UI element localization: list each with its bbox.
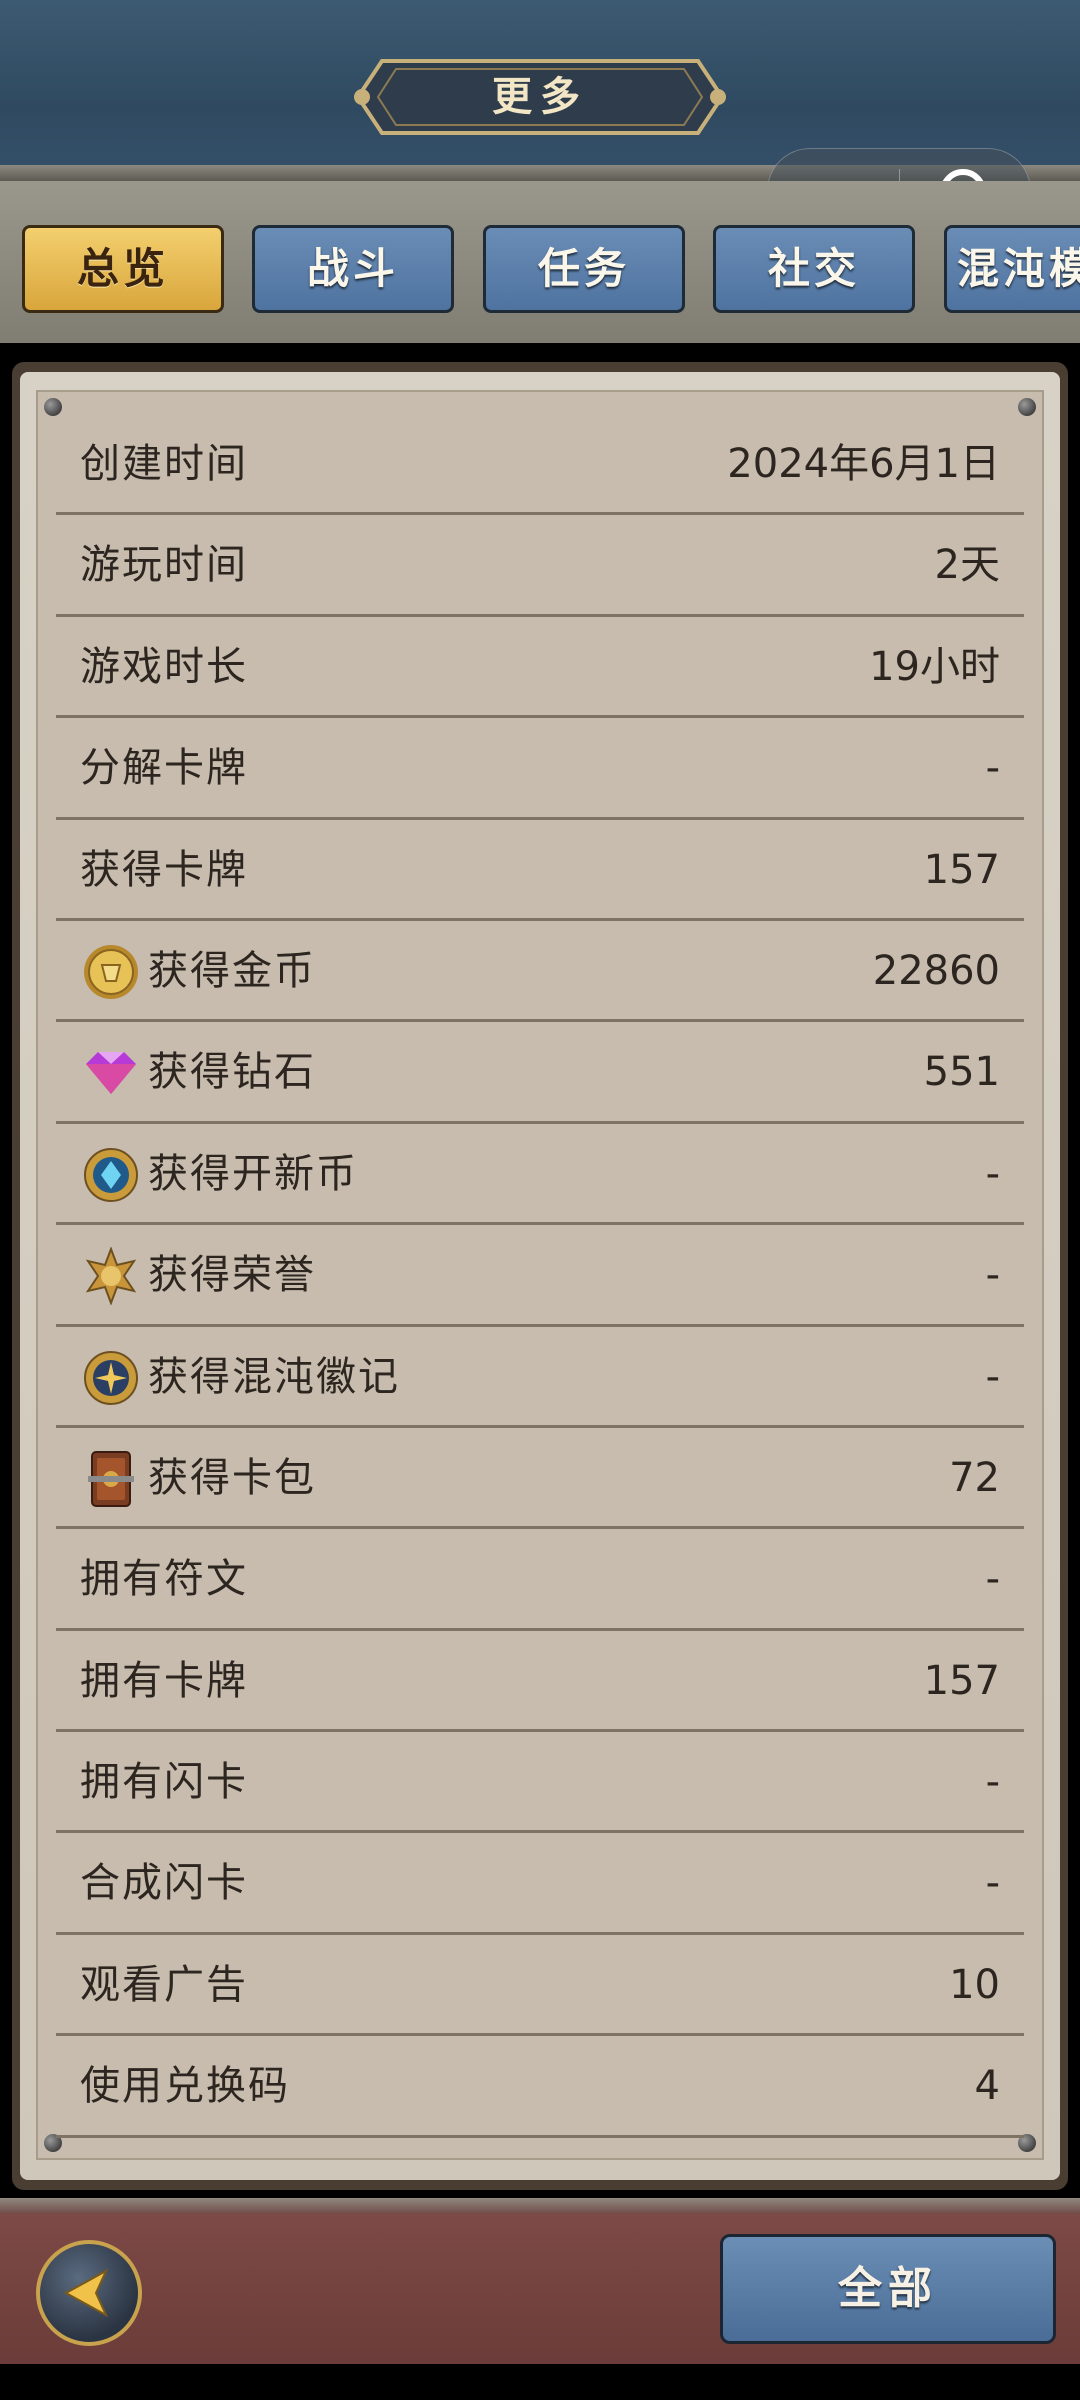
tab-social[interactable]: 社交	[713, 225, 915, 313]
stat-row-cards-obtained: 获得卡牌 157	[56, 820, 1024, 921]
stat-value: 10	[949, 1961, 1000, 2008]
stat-label: 获得荣誉	[148, 1252, 316, 1299]
stat-value: 551	[923, 1049, 1000, 1096]
stat-row-ads-watched: 观看广告 10	[56, 1935, 1024, 2037]
stat-row-honor: 获得荣誉 -	[56, 1225, 1024, 1327]
stat-value: -	[985, 1150, 1000, 1197]
stat-label: 观看广告	[80, 1961, 248, 2008]
stat-label: 合成闪卡	[80, 1860, 248, 1907]
stat-row-play-days: 游玩时间 2天	[56, 515, 1024, 617]
tab-battle[interactable]: 战斗	[252, 225, 454, 313]
stat-row-card-pack: 获得卡包 72	[56, 1428, 1024, 1530]
stat-label: 获得卡牌	[80, 846, 248, 893]
gold-coin-icon	[84, 944, 138, 999]
all-button[interactable]: 全部	[720, 2234, 1056, 2344]
stat-label: 获得金币	[148, 947, 316, 994]
stat-value: -	[985, 1252, 1000, 1299]
diamond-icon	[86, 1052, 136, 1095]
stat-value: 157	[923, 1657, 1000, 1704]
stat-label: 获得混沌徽记	[148, 1353, 400, 1400]
stat-label: 拥有符文	[80, 1556, 248, 1603]
page-title: 更多	[492, 74, 588, 120]
stat-value: 2024年6月1日	[727, 441, 1000, 487]
stat-label: 获得钻石	[148, 1049, 316, 1096]
card-pack-icon	[88, 1450, 134, 1507]
stat-row-new-coin: 获得开新币 -	[56, 1124, 1024, 1226]
stat-value: -	[985, 1860, 1000, 1907]
stat-row-codes-redeemed: 使用兑换码 4	[56, 2036, 1024, 2138]
stat-value: -	[985, 1556, 1000, 1603]
stat-value: 2天	[934, 542, 1000, 589]
stat-row-diamond: 获得钻石 551	[56, 1022, 1024, 1124]
new-coin-icon	[84, 1147, 138, 1202]
chaos-emblem-icon	[84, 1350, 138, 1405]
stat-row-create-time: 创建时间 2024年6月1日	[56, 414, 1024, 516]
system-nav-area	[0, 2364, 1080, 2400]
stat-value: -	[985, 1759, 1000, 1806]
stat-value: -	[985, 1353, 1000, 1400]
title-plate: 更多	[352, 55, 728, 139]
stat-value: -	[985, 745, 1000, 792]
stat-label: 获得卡包	[148, 1454, 316, 1501]
stat-row-chaos-emblem: 获得混沌徽记 -	[56, 1327, 1024, 1428]
stat-row-disenchant-cards: 分解卡牌 -	[56, 718, 1024, 820]
tab-overview[interactable]: 总览	[22, 225, 224, 313]
stat-row-foil-owned: 拥有闪卡 -	[56, 1732, 1024, 1834]
tab-bar: 总览 战斗 任务 社交 混沌模	[0, 181, 1080, 343]
stat-value: 4	[974, 2063, 1000, 2110]
stat-label: 拥有闪卡	[80, 1759, 248, 1806]
stat-label: 使用兑换码	[80, 2063, 290, 2110]
stat-label: 游玩时间	[80, 542, 248, 589]
tab-chaos[interactable]: 混沌模	[944, 225, 1080, 313]
stat-row-cards-owned: 拥有卡牌 157	[56, 1631, 1024, 1733]
stat-row-foil-crafted: 合成闪卡 -	[56, 1833, 1024, 1935]
stat-label: 游戏时长	[80, 643, 248, 690]
stat-value: 22860	[872, 947, 1000, 994]
stat-value: 157	[923, 846, 1000, 893]
stat-row-gold: 获得金币 22860	[56, 921, 1024, 1023]
stat-label: 创建时间	[80, 441, 248, 487]
honor-icon	[85, 1247, 137, 1306]
stats-list: 创建时间 2024年6月1日 游玩时间 2天 游戏时长 19小时 分解卡牌 - …	[56, 414, 1024, 2138]
tab-tasks[interactable]: 任务	[483, 225, 685, 313]
back-button[interactable]	[36, 2240, 142, 2346]
stat-label: 分解卡牌	[80, 745, 248, 792]
stat-label: 拥有卡牌	[80, 1657, 248, 1704]
stat-value: 72	[949, 1454, 1000, 1501]
stat-label: 获得开新币	[148, 1150, 358, 1197]
stat-row-runes-owned: 拥有符文 -	[56, 1529, 1024, 1631]
stat-row-play-duration: 游戏时长 19小时	[56, 617, 1024, 719]
stat-value: 19小时	[869, 643, 1000, 690]
back-arrow-icon	[63, 2268, 109, 2318]
